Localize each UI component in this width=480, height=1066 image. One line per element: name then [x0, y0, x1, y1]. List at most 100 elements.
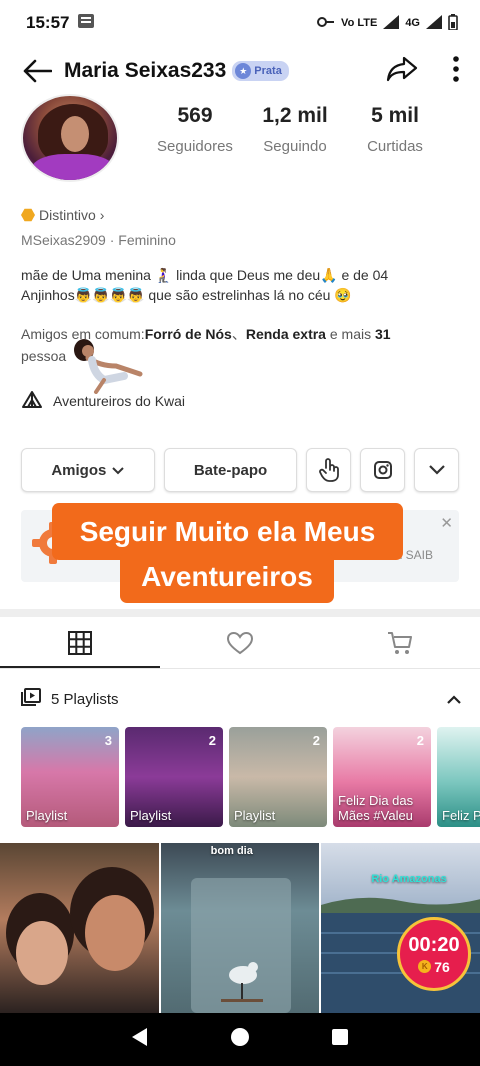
tab-likes[interactable]	[160, 617, 320, 668]
hexagon-badge-icon	[21, 208, 35, 222]
profile-avatar[interactable]	[21, 94, 119, 182]
live-coins: K 76	[418, 959, 450, 975]
playlist-card[interactable]: 2 Playlist	[229, 727, 327, 827]
active-tab-indicator	[0, 666, 160, 668]
badge-label: Prata	[254, 65, 282, 77]
playlists-title: 5 Playlists	[51, 690, 119, 708]
expand-button[interactable]	[414, 448, 460, 492]
mutual-group-2: Renda extra	[245, 326, 326, 342]
playlist-card[interactable]: 2 Feliz Dia das Mães #Valeu	[333, 727, 431, 827]
coin-count: 76	[434, 958, 450, 975]
chat-button[interactable]: Bate-papo	[163, 448, 298, 492]
volte-label: Vo LTE	[341, 17, 378, 29]
share-button[interactable]	[386, 55, 418, 88]
profile-bio: mãe de Uma menina 🧎‍♀️ linda que Deus me…	[21, 265, 461, 305]
profile-username: Maria Seixas233	[64, 59, 227, 82]
arrow-left-icon	[23, 59, 52, 83]
nav-back-button[interactable]	[131, 1027, 149, 1052]
live-timer-badge[interactable]: 00:20 K 76	[397, 917, 471, 991]
coin-icon: K	[418, 960, 432, 973]
tent-icon	[21, 389, 43, 412]
group-link[interactable]: Aventureiros do Kwai	[21, 389, 185, 412]
instagram-icon	[373, 461, 392, 479]
stat-followers[interactable]: 569 Seguidores	[145, 104, 245, 155]
video-tile[interactable]	[0, 843, 159, 1013]
playlist-card[interactable]: Feliz P Venha	[437, 727, 480, 827]
share-icon	[386, 56, 418, 81]
chevron-right-icon: ›	[99, 207, 105, 223]
playlist-count: 2	[416, 733, 424, 748]
playlist-carousel: 3 Playlist 2 Playlist 2 Playlist 2 Feliz…	[21, 727, 480, 827]
tab-videos[interactable]	[0, 617, 160, 668]
playlist-count: 3	[104, 733, 112, 748]
mutual-group-1: Forró de Nós	[144, 326, 232, 342]
square-recents-icon	[332, 1029, 349, 1045]
section-divider	[0, 609, 480, 617]
bio-line: mãe de Uma menina 🧎‍♀️ linda que Deus me…	[21, 267, 389, 283]
nav-recents-button[interactable]	[331, 1028, 349, 1051]
badge-icon: ★	[235, 63, 252, 79]
playlist-card[interactable]: 2 Playlist	[125, 727, 223, 827]
content-tabs	[0, 617, 480, 669]
friends-label: Amigos	[51, 461, 107, 479]
circle-home-icon	[230, 1028, 249, 1046]
back-button[interactable]	[20, 54, 54, 88]
triangle-back-icon	[131, 1028, 147, 1046]
playlist-count: 2	[208, 733, 216, 748]
more-options-button[interactable]	[452, 55, 460, 88]
video-tile[interactable]: bom dia	[160, 843, 320, 1013]
status-time: 15:57	[26, 13, 70, 32]
mutual-more: e mais	[325, 326, 375, 342]
top-bar: Maria Seixas233 ★ Prata	[0, 48, 480, 94]
likes-count: 5 mil	[371, 104, 419, 127]
distintivo-link[interactable]: Distintivo ›	[21, 207, 104, 223]
profile-actions: Amigos Bate-papo	[21, 448, 460, 492]
dancer-sticker	[74, 339, 143, 394]
playlist-icon	[21, 688, 41, 710]
battery-icon	[448, 13, 458, 33]
overlay-caption-line-1: Seguir Muito ela Meus	[52, 503, 403, 560]
chevron-up-icon[interactable]	[447, 691, 461, 708]
mutual-suffix: pessoa	[21, 348, 67, 364]
profile-stats: 569 Seguidores 1,2 mil Seguindo 5 mil Cu…	[145, 104, 445, 155]
grid-icon	[68, 630, 92, 655]
profile-meta: MSeixas2909 · Feminino	[21, 232, 176, 248]
system-nav-bar	[0, 1013, 480, 1066]
stat-likes[interactable]: 5 mil Curtidas	[345, 104, 445, 155]
likes-label: Curtidas	[367, 138, 423, 155]
playlists-header[interactable]: 5 Playlists	[21, 688, 461, 710]
tab-shop[interactable]	[320, 617, 480, 668]
key-icon	[317, 16, 335, 31]
message-icon	[77, 13, 95, 34]
video-thumbnail	[6, 867, 154, 985]
playlist-label: Playlist	[26, 808, 68, 823]
chat-label: Bate-papo	[193, 461, 268, 479]
friends-button[interactable]: Amigos	[21, 448, 155, 492]
distintivo-label: Distintivo	[39, 207, 96, 223]
hand-tap-button[interactable]	[306, 448, 352, 492]
playlist-label: Feliz P Venha	[442, 808, 480, 823]
shopping-cart-icon	[388, 631, 412, 654]
mutual-count: 31	[375, 326, 391, 342]
followers-count: 569	[177, 104, 213, 127]
mutual-separator: 、	[231, 326, 246, 342]
playlist-card[interactable]: 3 Playlist	[21, 727, 119, 827]
profile-handle: MSeixas2909	[21, 232, 106, 248]
playlist-label: Playlist	[130, 808, 172, 823]
chevron-down-icon	[428, 465, 445, 475]
video-thumbnail	[190, 878, 291, 1013]
nav-home-button[interactable]	[230, 1027, 250, 1052]
following-label: Seguindo	[263, 138, 327, 155]
following-count: 1,2 mil	[262, 104, 328, 127]
level-badge[interactable]: ★ Prata	[232, 61, 289, 81]
signal-icon-2	[426, 14, 442, 32]
video-caption: bom dia	[210, 845, 253, 857]
close-icon[interactable]: ✕	[440, 514, 453, 532]
more-vertical-icon	[453, 55, 459, 82]
stat-following[interactable]: 1,2 mil Seguindo	[245, 104, 345, 155]
instagram-button[interactable]	[360, 448, 406, 492]
status-bar: 15:57 Vo LTE 4G	[0, 0, 480, 46]
meta-separator: ·	[109, 232, 119, 248]
signal-icon	[383, 14, 400, 32]
network-label: 4G	[405, 17, 420, 29]
